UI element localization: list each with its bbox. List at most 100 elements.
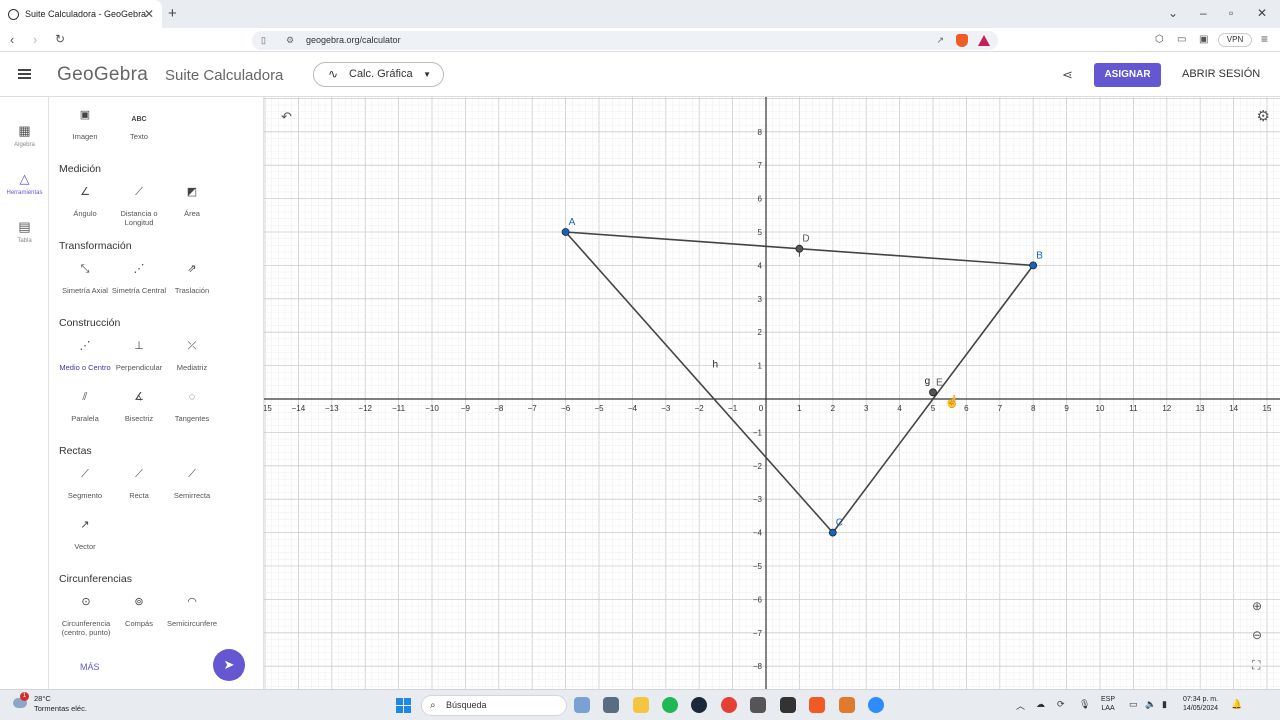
- x-tick-label: −8: [494, 404, 504, 413]
- tool-parallel[interactable]: ⫽ Paralela: [57, 392, 113, 424]
- bookmark-icon[interactable]: ▯: [261, 31, 266, 50]
- language-indicator[interactable]: ESP LAA: [1101, 695, 1115, 713]
- chrome-app-icon[interactable]: [721, 697, 737, 713]
- move-tool-fab[interactable]: ➤: [213, 649, 245, 681]
- tool-line[interactable]: ⟋ Recta: [111, 468, 167, 501]
- tool-area[interactable]: ◩ Área: [164, 187, 220, 219]
- tool-angle-bisector[interactable]: ∡ Bisectriz: [111, 392, 167, 424]
- tab-search-chevron-icon[interactable]: ⌄: [1168, 6, 1178, 20]
- fullscreen-icon[interactable]: ⛶: [1252, 658, 1260, 673]
- tool-tangents[interactable]: ◌ Tangentes: [164, 392, 220, 424]
- extensions-icon[interactable]: ⬡: [1155, 34, 1164, 45]
- sidebar-icon[interactable]: ▭: [1177, 34, 1186, 45]
- tool-label: Circunferencia (centro, punto): [61, 619, 111, 637]
- brave-rewards-icon[interactable]: [978, 35, 990, 46]
- site-settings-icon[interactable]: ⚙: [286, 31, 294, 50]
- close-tab-icon[interactable]: ✕: [144, 7, 154, 21]
- tool-perpendicular[interactable]: ⊥ Perpendicular: [111, 341, 167, 373]
- tray-chevron-icon[interactable]: ︿: [1016, 699, 1025, 712]
- weather-widget[interactable]: 28°C Tormentas eléc.: [34, 694, 87, 714]
- tool-reflect-point[interactable]: ⋰ Simetría Central: [111, 264, 167, 296]
- clock[interactable]: 07:34 p. m. 14/05/2024: [1183, 695, 1218, 713]
- share-icon[interactable]: ⋖: [1062, 67, 1073, 83]
- close-window-icon[interactable]: ✕: [1257, 6, 1267, 20]
- vpn-button[interactable]: VPN: [1218, 33, 1252, 47]
- file-explorer-app-icon[interactable]: [633, 697, 649, 713]
- tool-translate[interactable]: ⇗ Traslación: [164, 264, 220, 296]
- y-tick-label: 1: [758, 362, 763, 371]
- point-D: [795, 244, 804, 253]
- tool-image[interactable]: ▣ Imagen: [57, 110, 113, 142]
- settings-gear-icon[interactable]: ⚙: [1257, 107, 1270, 125]
- office-app-icon[interactable]: [839, 697, 855, 713]
- tool-text[interactable]: ABC Texto: [111, 111, 167, 141]
- notifications-bell-icon[interactable]: 🔔: [1231, 699, 1242, 710]
- steam-app-icon[interactable]: [691, 697, 707, 713]
- sync-icon[interactable]: ⟳: [1057, 699, 1065, 710]
- onedrive-icon[interactable]: ☁: [1036, 699, 1045, 710]
- forward-icon[interactable]: ›: [33, 32, 37, 47]
- reload-icon[interactable]: ↻: [55, 32, 65, 46]
- tool-label: Tangentes: [174, 414, 210, 423]
- y-tick-label: −8: [753, 662, 763, 671]
- hamburger-menu-icon[interactable]: [18, 69, 31, 79]
- microphone-icon[interactable]: 🎙: [1079, 699, 1090, 710]
- tool-reflect-line[interactable]: ⤡ Simetría Axial: [57, 264, 113, 296]
- wallet-icon[interactable]: ▣: [1199, 34, 1208, 45]
- share-page-icon[interactable]: ↗: [936, 31, 944, 50]
- rail-algebra-label: Algebra: [14, 142, 35, 148]
- volume-icon[interactable]: 🔈: [1145, 699, 1156, 710]
- terminal-app-icon[interactable]: [750, 697, 766, 713]
- monitor-icon[interactable]: ▭: [1129, 699, 1138, 710]
- calculator-select[interactable]: ∿ Calc. Gráfica ▼: [313, 62, 444, 87]
- url-field[interactable]: ▯ ⚙ geogebra.org/calculator ↗: [252, 31, 998, 50]
- tool-ray[interactable]: ⟋ Semirrecta: [164, 469, 220, 501]
- menu-icon[interactable]: ≡: [1261, 32, 1268, 46]
- line-icon: ⟋: [135, 468, 143, 480]
- login-button[interactable]: ABRIR SESIÓN: [1182, 68, 1260, 80]
- address-toolbar: ‹ › ↻ ▯ ⚙ geogebra.org/calculator ↗ ⬡ ▭ …: [0, 28, 1280, 52]
- tool-vector[interactable]: ↗ Vector: [57, 520, 113, 552]
- windows-start-icon[interactable]: [396, 698, 411, 713]
- copilot-app-icon[interactable]: [574, 697, 590, 713]
- rail-algebra[interactable]: ▦ Algebra: [0, 123, 49, 148]
- graphics-view[interactable]: −15−14−13−12−11−10−9−8−7−6−5−4−3−2−10123…: [264, 97, 1280, 689]
- tool-angle[interactable]: ∠ Ángulo: [57, 187, 113, 219]
- taskbar-search[interactable]: ⌕ Búsqueda: [421, 695, 567, 716]
- y-tick-label: 4: [758, 261, 763, 270]
- zoom-app-icon[interactable]: [868, 697, 884, 713]
- tool-segment[interactable]: ⟋ Segmento: [57, 469, 113, 501]
- app-icon[interactable]: [780, 697, 796, 713]
- zoom-in-icon[interactable]: ⊕: [1252, 599, 1262, 613]
- tool-label: Semicircunfere: [166, 619, 218, 628]
- rail-tools[interactable]: △ Herramientas: [0, 171, 49, 196]
- zoom-out-icon[interactable]: ⊖: [1252, 628, 1262, 642]
- coordinate-plane[interactable]: −15−14−13−12−11−10−9−8−7−6−5−4−3−2−10123…: [264, 97, 1280, 689]
- battery-icon[interactable]: ▮: [1162, 699, 1167, 710]
- new-tab-icon[interactable]: +: [168, 5, 177, 22]
- maximize-icon[interactable]: ▫: [1229, 6, 1233, 20]
- more-tools-link[interactable]: MÁS: [80, 662, 100, 672]
- tool-distance[interactable]: ⟋ Distancia o Longitud: [111, 187, 167, 228]
- minimize-icon[interactable]: –: [1200, 6, 1207, 20]
- spotify-app-icon[interactable]: [662, 697, 678, 713]
- back-icon[interactable]: ‹: [10, 32, 14, 47]
- tool-midpoint[interactable]: ⋰ Medio o Centro: [57, 341, 113, 373]
- assign-button[interactable]: ASIGNAR: [1094, 63, 1161, 87]
- tool-circle-center-point[interactable]: ⊙ Circunferencia (centro, punto): [57, 597, 115, 638]
- tool-compass[interactable]: ⊚ Compás: [111, 597, 167, 629]
- browser-tab[interactable]: Suite Calculadora - GeoGebra ✕: [0, 0, 162, 28]
- graphing-icon: ∿: [328, 67, 339, 81]
- tool-label: Simetría Central: [111, 286, 167, 295]
- tool-label: Distancia o Longitud: [120, 209, 158, 227]
- task-view-app-icon[interactable]: [603, 697, 619, 713]
- x-tick-label: 6: [964, 404, 969, 413]
- view-rail: ▦ Algebra △ Herramientas ▤ Tabla: [0, 97, 49, 689]
- tool-semicircle[interactable]: ◠ Semicircunfere: [164, 597, 220, 629]
- brave-shields-icon[interactable]: [956, 34, 968, 47]
- rail-table[interactable]: ▤ Tabla: [0, 219, 49, 244]
- perpendicular-bisector-icon: ⤫: [187, 340, 197, 352]
- tool-bisector-perp[interactable]: ⤫ Mediatriz: [164, 340, 220, 373]
- undo-icon[interactable]: ↶: [281, 109, 292, 125]
- brave-app-icon[interactable]: [809, 697, 825, 713]
